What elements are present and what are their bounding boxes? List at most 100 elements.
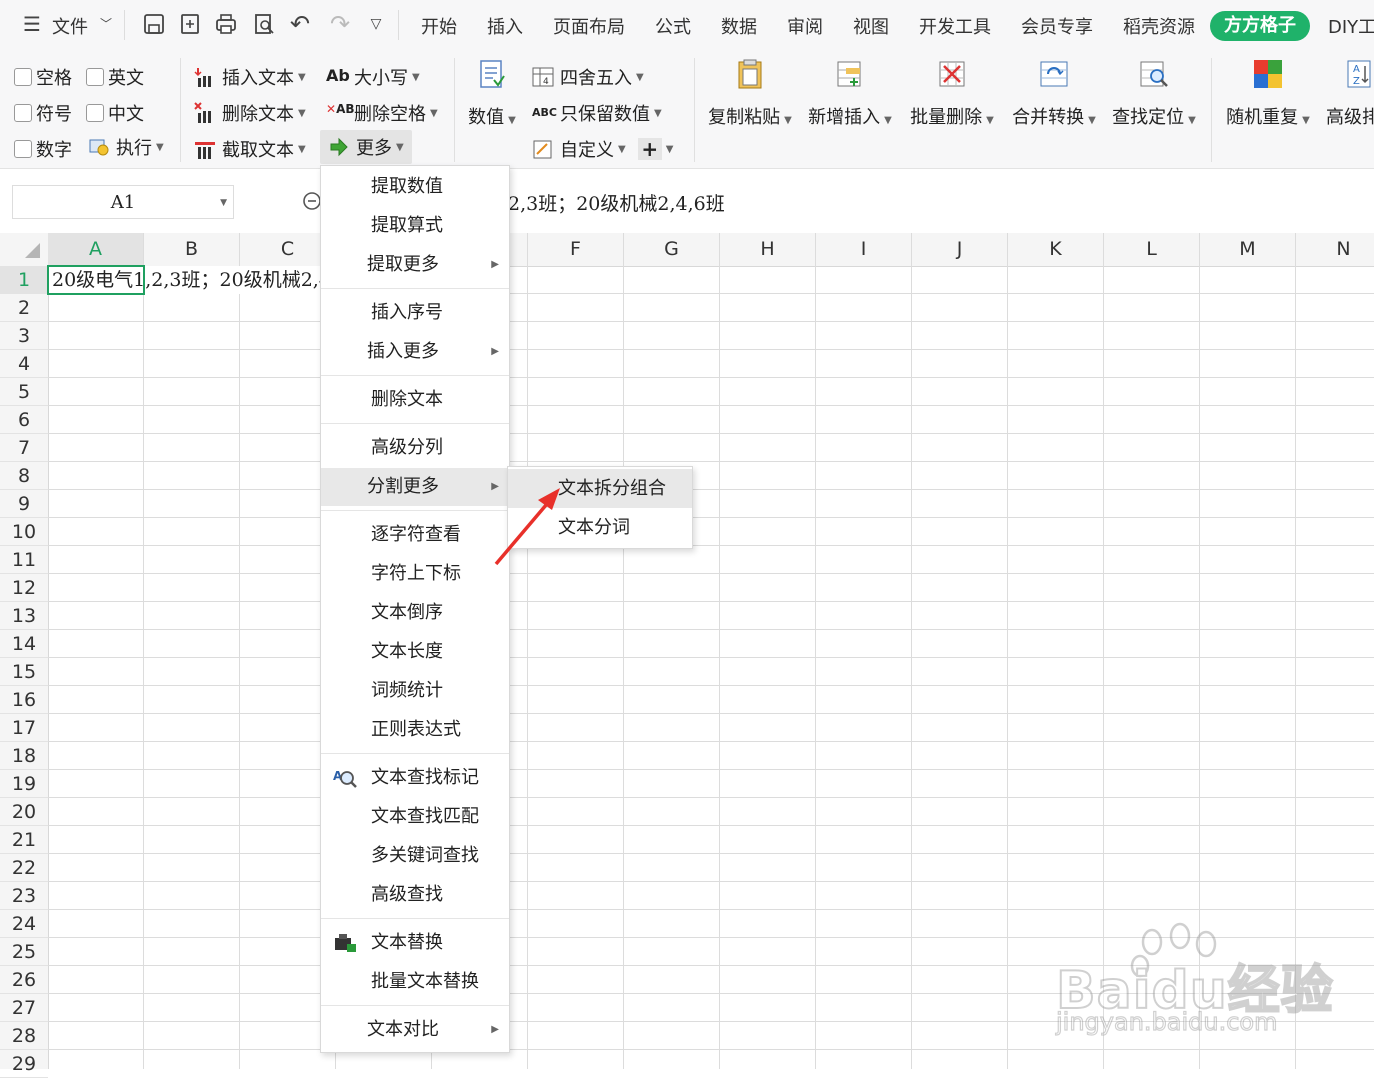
row-header-19[interactable]: 19 bbox=[0, 770, 48, 798]
tab-formula[interactable]: 公式 bbox=[655, 13, 691, 39]
add-icon[interactable]: + bbox=[637, 138, 662, 160]
menu-item-word-frequency[interactable]: 词频统计 bbox=[321, 672, 509, 710]
hamburger-menu-icon[interactable]: ☰ bbox=[20, 12, 44, 36]
column-header-a[interactable]: A bbox=[48, 233, 144, 266]
export-icon[interactable] bbox=[178, 12, 202, 36]
column-header-f[interactable]: F bbox=[528, 233, 624, 266]
row-header-14[interactable]: 14 bbox=[0, 630, 48, 658]
menu-item-insert-serial[interactable]: 插入序号 bbox=[321, 294, 509, 332]
row-header-18[interactable]: 18 bbox=[0, 742, 48, 770]
print-preview-icon[interactable] bbox=[252, 12, 276, 36]
tab-member[interactable]: 会员专享 bbox=[1021, 13, 1093, 39]
row-header-20[interactable]: 20 bbox=[0, 798, 48, 826]
merge-convert-button[interactable]: 合并转换 ▼ bbox=[1010, 58, 1098, 129]
more-button[interactable]: 更多 ▼ bbox=[320, 130, 412, 164]
checkbox[interactable] bbox=[86, 104, 104, 122]
tab-docer-resources[interactable]: 稻壳资源 bbox=[1123, 13, 1195, 39]
row-header-13[interactable]: 13 bbox=[0, 602, 48, 630]
menu-item-extract-more[interactable]: 提取更多 ▶ bbox=[321, 246, 509, 284]
file-menu[interactable]: 文件 bbox=[52, 13, 88, 39]
undo-icon[interactable]: ↶ bbox=[288, 12, 312, 36]
row-header-12[interactable]: 12 bbox=[0, 574, 48, 602]
menu-item-split-more[interactable]: 分割更多 ▶ bbox=[321, 468, 509, 506]
menu-item-regex[interactable]: 正则表达式 bbox=[321, 711, 509, 749]
new-insert-button[interactable]: 新增插入 ▼ bbox=[806, 58, 894, 129]
checkbox[interactable] bbox=[14, 104, 32, 122]
tab-diy-tools[interactable]: DIY工 bbox=[1328, 13, 1374, 39]
checkbox-symbol[interactable]: 符号 bbox=[14, 100, 72, 126]
redo-icon[interactable]: ↷ bbox=[328, 12, 352, 36]
custom-button[interactable]: 自定义 ▼ + ▼ bbox=[532, 136, 673, 162]
checkbox[interactable] bbox=[14, 140, 32, 158]
row-header-16[interactable]: 16 bbox=[0, 686, 48, 714]
customize-toolbar-icon[interactable]: ▽ bbox=[364, 12, 388, 36]
tab-view[interactable]: 视图 bbox=[853, 13, 889, 39]
row-header-11[interactable]: 11 bbox=[0, 546, 48, 574]
column-header-b[interactable]: B bbox=[144, 233, 240, 266]
checkbox-chinese[interactable]: 中文 bbox=[86, 100, 144, 126]
menu-item-text-length[interactable]: 文本长度 bbox=[321, 633, 509, 671]
row-header-9[interactable]: 9 bbox=[0, 490, 48, 518]
name-box[interactable]: A1 ▼ bbox=[12, 185, 234, 219]
execute-button[interactable]: 执行 ▼ bbox=[88, 134, 164, 160]
case-button[interactable]: Ab 大小写 ▼ bbox=[326, 64, 420, 90]
tab-page-layout[interactable]: 页面布局 bbox=[553, 13, 625, 39]
column-header-i[interactable]: I bbox=[816, 233, 912, 266]
row-header-5[interactable]: 5 bbox=[0, 378, 48, 406]
menu-item-batch-text-replace[interactable]: 批量文本替换 bbox=[321, 963, 509, 1001]
row-header-4[interactable]: 4 bbox=[0, 350, 48, 378]
column-header-j[interactable]: J bbox=[912, 233, 1008, 266]
menu-item-text-compare[interactable]: 文本对比 ▶ bbox=[321, 1011, 509, 1049]
row-header-27[interactable]: 27 bbox=[0, 994, 48, 1022]
column-header-l[interactable]: L bbox=[1104, 233, 1200, 266]
tab-fangfang-gezi[interactable]: 方方格子 bbox=[1210, 11, 1310, 41]
row-header-21[interactable]: 21 bbox=[0, 826, 48, 854]
menu-item-text-reverse[interactable]: 文本倒序 bbox=[321, 594, 509, 632]
menu-item-text-find-mark[interactable]: 文本查找标记 A bbox=[321, 759, 509, 797]
tab-home[interactable]: 开始 bbox=[421, 13, 457, 39]
column-header-m[interactable]: M bbox=[1200, 233, 1296, 266]
random-repeat-button[interactable]: 随机重复 ▼ bbox=[1224, 58, 1312, 129]
row-header-22[interactable]: 22 bbox=[0, 854, 48, 882]
find-locate-button[interactable]: 查找定位 ▼ bbox=[1110, 58, 1198, 129]
row-header-7[interactable]: 7 bbox=[0, 434, 48, 462]
column-header-g[interactable]: G bbox=[624, 233, 720, 266]
row-header-25[interactable]: 25 bbox=[0, 938, 48, 966]
checkbox[interactable] bbox=[14, 68, 32, 86]
menu-item-advanced-split[interactable]: 高级分列 bbox=[321, 429, 509, 467]
checkbox-english[interactable]: 英文 bbox=[86, 64, 144, 90]
menu-item-extract-formula[interactable]: 提取算式 bbox=[321, 207, 509, 245]
row-header-8[interactable]: 8 bbox=[0, 462, 48, 490]
menu-item-multi-keyword-find[interactable]: 多关键词查找 bbox=[321, 837, 509, 875]
row-header-3[interactable]: 3 bbox=[0, 322, 48, 350]
row-header-24[interactable]: 24 bbox=[0, 910, 48, 938]
column-header-h[interactable]: H bbox=[720, 233, 816, 266]
menu-item-view-by-char[interactable]: 逐字符查看 bbox=[321, 516, 509, 554]
row-header-1[interactable]: 1 bbox=[0, 266, 48, 294]
formula-input[interactable]: 2,3班；20级机械2,4,6班 bbox=[508, 189, 725, 216]
delete-text-button[interactable]: 删除文本 ▼ bbox=[194, 100, 306, 126]
menu-item-extract-number[interactable]: 提取数值 bbox=[321, 168, 509, 206]
row-header-15[interactable]: 15 bbox=[0, 658, 48, 686]
tab-developer[interactable]: 开发工具 bbox=[919, 13, 991, 39]
checkbox-number[interactable]: 数字 bbox=[14, 136, 72, 162]
print-icon[interactable] bbox=[214, 12, 238, 36]
chevron-down-icon[interactable]: ﹀ bbox=[94, 12, 118, 36]
menu-item-text-find-match[interactable]: 文本查找匹配 bbox=[321, 798, 509, 836]
advanced-sort-button[interactable]: AZ 高级排 bbox=[1326, 58, 1374, 129]
cut-text-button[interactable]: 截取文本 ▼ bbox=[194, 136, 306, 162]
row-header-26[interactable]: 26 bbox=[0, 966, 48, 994]
delete-space-button[interactable]: ✕AB 删除空格 ▼ bbox=[326, 100, 438, 126]
batch-delete-button[interactable]: 批量删除 ▼ bbox=[908, 58, 996, 129]
row-header-28[interactable]: 28 bbox=[0, 1022, 48, 1050]
insert-text-button[interactable]: 插入文本 ▼ bbox=[194, 64, 306, 90]
numeric-button[interactable]: 数值 ▼ bbox=[466, 58, 518, 129]
tab-review[interactable]: 审阅 bbox=[787, 13, 823, 39]
column-header-k[interactable]: K bbox=[1008, 233, 1104, 266]
round-button[interactable]: 4 四舍五入 ▼ bbox=[532, 64, 644, 90]
menu-item-char-sub-superscript[interactable]: 字符上下标 bbox=[321, 555, 509, 593]
menu-item-delete-text[interactable]: 删除文本 bbox=[321, 381, 509, 419]
select-all-corner[interactable] bbox=[0, 233, 48, 266]
row-header-2[interactable]: 2 bbox=[0, 294, 48, 322]
copy-paste-button[interactable]: 复制粘贴 ▼ bbox=[706, 58, 794, 129]
